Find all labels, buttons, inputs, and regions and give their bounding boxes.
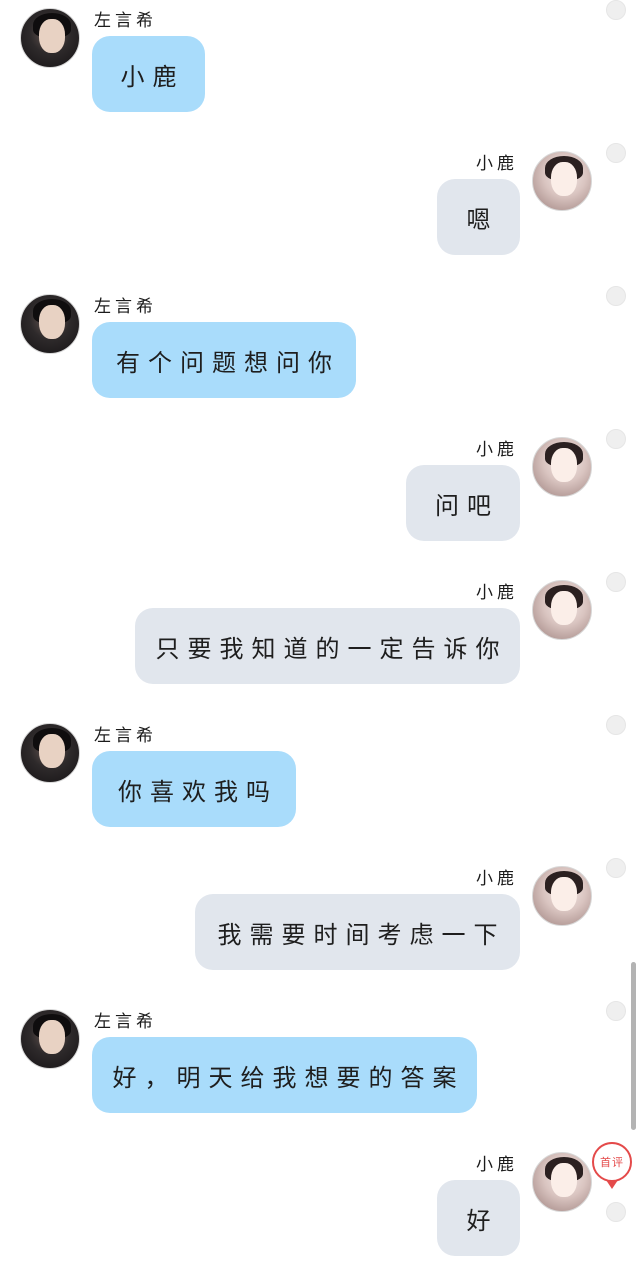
message-status-dot [606, 0, 626, 20]
avatar[interactable] [532, 151, 592, 211]
avatar[interactable] [532, 437, 592, 497]
message-bubble[interactable]: 问吧 [406, 465, 520, 541]
message-bubble[interactable]: 嗯 [437, 179, 520, 255]
message-row: 左言希 小鹿 [0, 0, 640, 130]
message-bubble[interactable]: 小鹿 [92, 36, 205, 112]
message-bubble[interactable]: 你喜欢我吗 [92, 751, 296, 827]
message-row: 左言希 好，明天给我想要的答案 [0, 1001, 640, 1131]
message-bubble[interactable]: 有个问题想问你 [92, 322, 356, 398]
message-status-dot [606, 143, 626, 163]
sender-name: 左言希 [94, 726, 157, 746]
message-bubble[interactable]: 我需要时间考虑一下 [195, 894, 520, 970]
message-bubble[interactable]: 只要我知道的一定告诉你 [135, 608, 520, 684]
avatar[interactable] [532, 866, 592, 926]
message-status-dot [606, 1202, 626, 1222]
message-status-dot [606, 715, 626, 735]
message-row: 左言希 有个问题想问你 [0, 286, 640, 416]
message-status-dot [606, 858, 626, 878]
sender-name: 小鹿 [476, 1155, 518, 1175]
sender-name: 左言希 [94, 11, 157, 31]
sender-name: 小鹿 [476, 583, 518, 603]
message-status-dot [606, 1001, 626, 1021]
sender-name: 小鹿 [476, 440, 518, 460]
message-bubble[interactable]: 好，明天给我想要的答案 [92, 1037, 477, 1113]
message-bubble[interactable]: 好 [437, 1180, 520, 1256]
avatar[interactable] [532, 580, 592, 640]
message-row: 左言希 你喜欢我吗 [0, 715, 640, 845]
avatar[interactable] [20, 1009, 80, 1069]
scrollbar[interactable] [631, 962, 636, 1130]
message-row: 小鹿 我需要时间考虑一下 [0, 858, 640, 988]
avatar[interactable] [532, 1152, 592, 1212]
message-row: 小鹿 好 [0, 1144, 640, 1274]
message-status-dot [606, 286, 626, 306]
message-row: 小鹿 嗯 [0, 143, 640, 273]
avatar[interactable] [20, 8, 80, 68]
sender-name: 左言希 [94, 1012, 157, 1032]
map-pin-icon[interactable]: 首评 [592, 1142, 632, 1189]
sender-name: 小鹿 [476, 869, 518, 889]
sender-name: 小鹿 [476, 154, 518, 174]
first-comment-label: 首评 [600, 1156, 624, 1169]
message-row: 小鹿 问吧 [0, 429, 640, 559]
message-status-dot [606, 572, 626, 592]
message-row: 小鹿 只要我知道的一定告诉你 [0, 572, 640, 702]
message-status-dot [606, 429, 626, 449]
sender-name: 左言希 [94, 297, 157, 317]
avatar[interactable] [20, 294, 80, 354]
avatar[interactable] [20, 723, 80, 783]
